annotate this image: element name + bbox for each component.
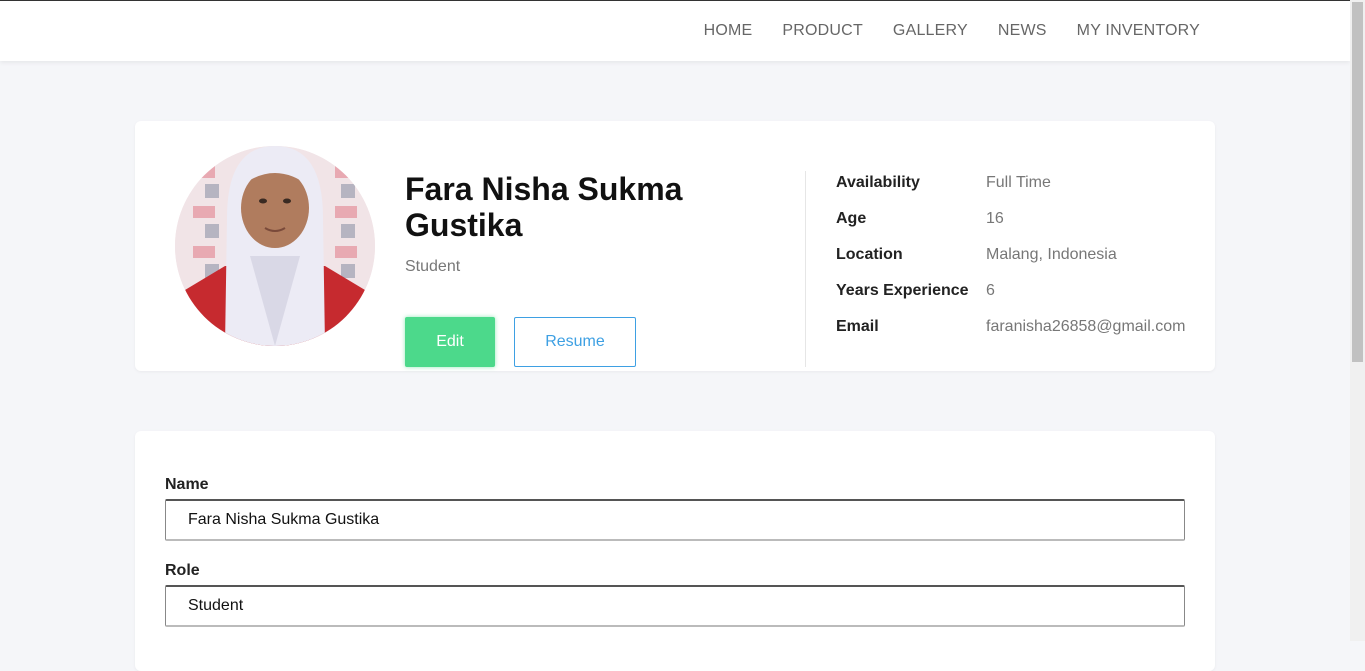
detail-label: Age (836, 210, 867, 227)
profile-card: Fara Nisha Sukma Gustika Student Edit Re… (135, 121, 1215, 371)
detail-value: Full Time (986, 174, 1051, 191)
detail-value: Malang, Indonesia (986, 246, 1117, 263)
role-field[interactable] (165, 585, 1185, 627)
detail-row-email: Email faranisha26858@gmail.com (836, 309, 1185, 345)
nav-news[interactable]: NEWS (998, 22, 1047, 40)
detail-row-location: Location Malang, Indonesia (836, 237, 1185, 273)
nav-product[interactable]: PRODUCT (782, 22, 863, 40)
nav-my-inventory[interactable]: MY INVENTORY (1077, 22, 1200, 40)
detail-value: 6 (986, 282, 995, 299)
main-nav: HOME PRODUCT GALLERY NEWS MY INVENTORY (704, 1, 1200, 61)
name-field[interactable] (165, 499, 1185, 541)
edit-button[interactable]: Edit (405, 317, 495, 367)
resume-button[interactable]: Resume (514, 317, 636, 367)
scrollbar-thumb[interactable] (1352, 2, 1363, 362)
detail-label: Availability (836, 174, 920, 191)
detail-row-availability: Availability Full Time (836, 165, 1185, 201)
nav-gallery[interactable]: GALLERY (893, 22, 968, 40)
detail-row-age: Age 16 (836, 201, 1185, 237)
detail-label: Email (836, 318, 879, 335)
role-field-label: Role (165, 562, 200, 579)
detail-row-years-experience: Years Experience 6 (836, 273, 1185, 309)
detail-label: Years Experience (836, 282, 969, 299)
page-scrollbar[interactable] (1350, 0, 1365, 641)
nav-home[interactable]: HOME (704, 22, 753, 40)
detail-value: faranisha26858@gmail.com (986, 318, 1186, 335)
profile-name: Fara Nisha Sukma Gustika (405, 171, 683, 243)
profile-form-card: Name Role (135, 431, 1215, 671)
detail-value: 16 (986, 210, 1004, 227)
name-field-label: Name (165, 476, 209, 493)
divider (805, 171, 806, 367)
profile-role: Student (405, 258, 461, 275)
detail-label: Location (836, 246, 903, 263)
top-navbar: HOME PRODUCT GALLERY NEWS MY INVENTORY (0, 0, 1350, 61)
profile-details: Availability Full Time Age 16 Location M… (836, 165, 1185, 345)
avatar (175, 146, 375, 346)
